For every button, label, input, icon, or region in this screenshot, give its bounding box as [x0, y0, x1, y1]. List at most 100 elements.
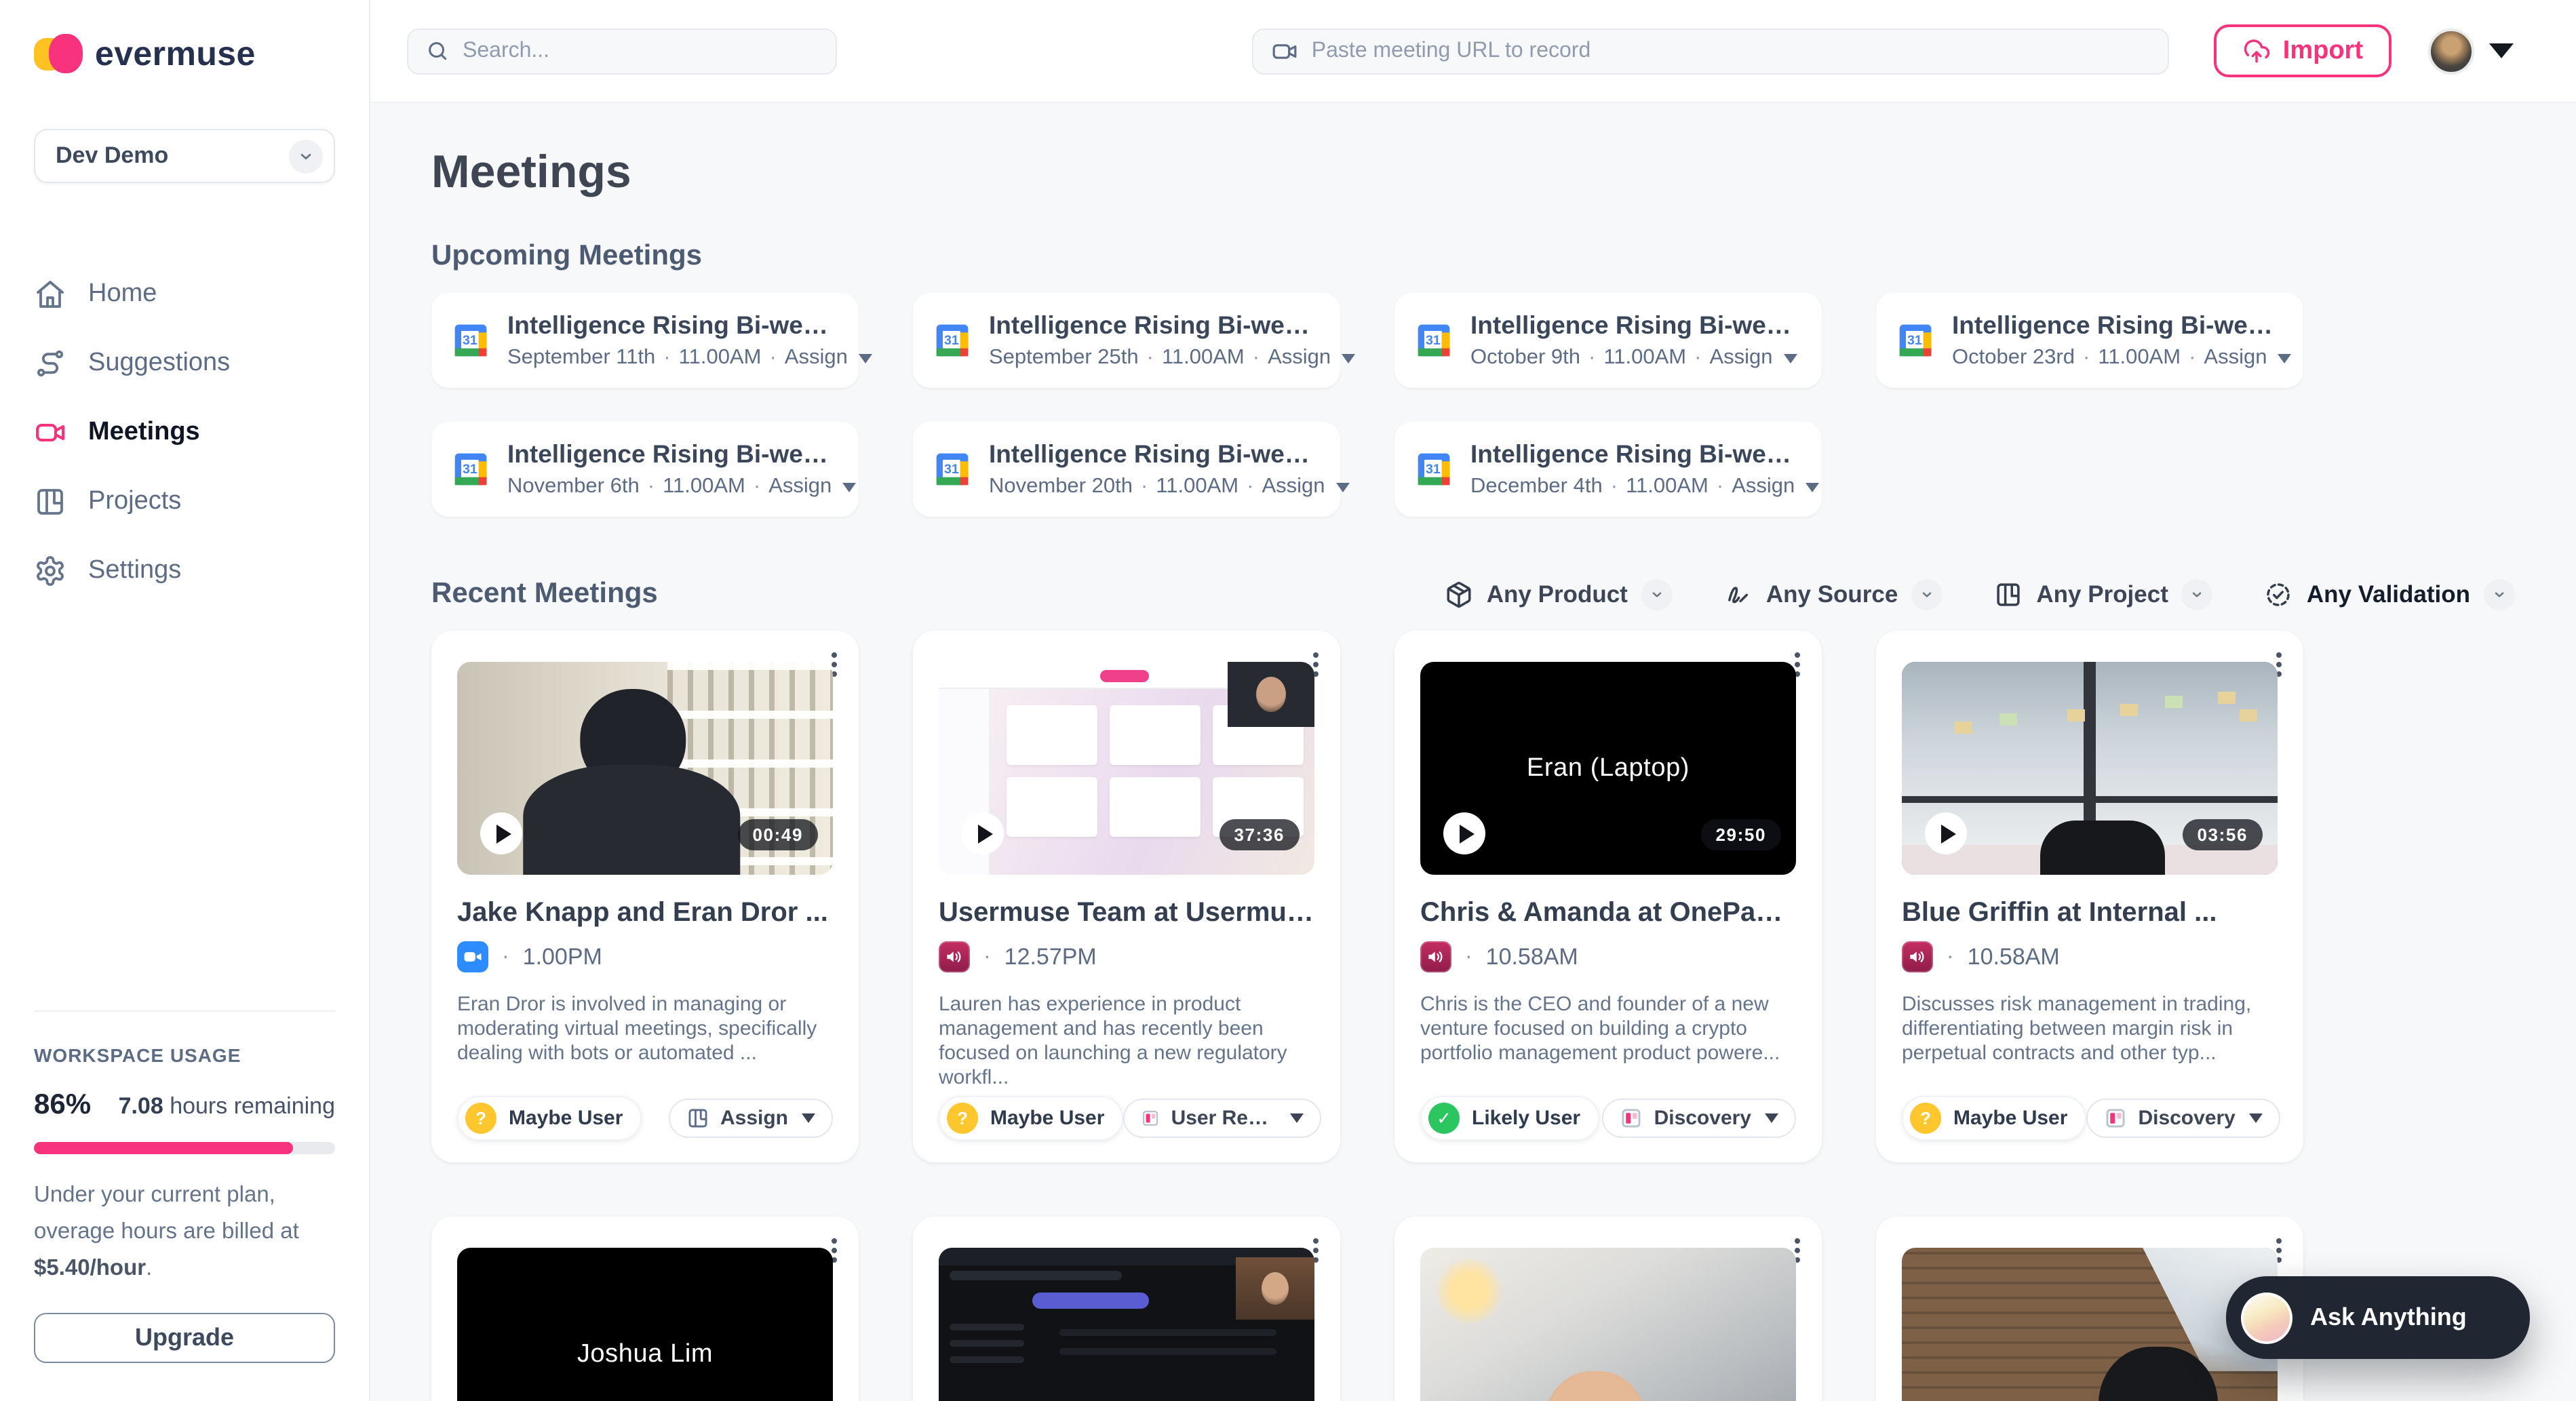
kanban-icon	[686, 1107, 709, 1130]
search-box[interactable]	[407, 28, 837, 74]
assign-dropdown[interactable]: Assign	[1268, 346, 1331, 370]
meeting-time: 11.00AM	[1603, 346, 1686, 370]
video-thumbnail[interactable]	[1902, 1248, 2278, 1401]
video-thumbnail[interactable]: 37:36	[939, 662, 1314, 875]
filter-label: Any Validation	[2307, 580, 2470, 608]
video-thumbnail[interactable]	[1420, 1248, 1796, 1401]
filter-any-product[interactable]: Any Product	[1445, 578, 1673, 610]
caret-down-icon	[2278, 353, 2291, 363]
project-dropdown[interactable]: User Resea...	[1123, 1099, 1321, 1138]
validation-badge[interactable]: ?Maybe User	[939, 1096, 1123, 1141]
sidebar-item-home[interactable]: Home	[34, 259, 335, 328]
sidebar-item-suggestions[interactable]: Suggestions	[34, 328, 335, 397]
validation-badge[interactable]: ✓Likely User	[1420, 1096, 1599, 1141]
project-dropdown[interactable]: Discovery	[2086, 1099, 2280, 1138]
assign-dropdown[interactable]: Assign	[768, 475, 832, 499]
meeting-title: Chris & Amanda at OnePane...	[1420, 898, 1796, 929]
chevron-down-icon[interactable]	[2484, 578, 2515, 610]
upcoming-meeting-card[interactable]: 31 Intelligence Rising Bi-weekly... Sept…	[431, 293, 859, 388]
chevron-down-icon[interactable]	[1641, 578, 1673, 610]
import-label: Import	[2283, 36, 2363, 66]
meeting-card[interactable]	[1394, 1217, 1822, 1401]
sidebar-item-label: Projects	[88, 486, 181, 516]
upcoming-meeting-card[interactable]: 31 Intelligence Rising Bi-weekly... Nove…	[431, 422, 859, 517]
play-icon[interactable]	[480, 812, 522, 854]
search-input[interactable]	[463, 39, 818, 63]
assign-dropdown[interactable]: Assign	[1732, 475, 1795, 499]
video-thumbnail[interactable]: 03:56	[1902, 662, 2278, 875]
video-thumbnail[interactable]: Joshua Lim	[457, 1248, 833, 1401]
import-button[interactable]: Import	[2214, 24, 2392, 77]
play-icon[interactable]	[1443, 812, 1485, 854]
usage-note-text: Under your current plan, overage hours a…	[34, 1183, 299, 1244]
meeting-card[interactable]: 00:49 Jake Knapp and Eran Dror ... · 1.0…	[431, 631, 859, 1162]
filter-label: Any Product	[1487, 580, 1628, 608]
usage-rate: $5.40/hour	[34, 1256, 146, 1280]
validation-badge[interactable]: ?Maybe User	[1902, 1096, 2086, 1141]
source-squiggle-icon	[1724, 580, 1753, 608]
caret-down-icon	[1784, 353, 1797, 363]
question-icon: ?	[465, 1103, 496, 1134]
project-dropdown[interactable]: Discovery	[1603, 1099, 1796, 1138]
usage-progress-fill	[34, 1142, 293, 1154]
upcoming-meeting-card[interactable]: 31 Intelligence Rising Bi-weekly... Octo…	[1876, 293, 2303, 388]
workspace-selector[interactable]: Dev Demo	[34, 129, 335, 183]
meeting-date: November 20th	[989, 475, 1133, 499]
meeting-url-box[interactable]	[1252, 28, 2169, 74]
meeting-date: October 9th	[1470, 346, 1580, 370]
meeting-url-input[interactable]	[1312, 39, 2150, 63]
caret-down-icon	[1336, 482, 1350, 492]
chevron-down-icon[interactable]	[2182, 578, 2213, 610]
assign-dropdown[interactable]: Assign	[2204, 346, 2267, 370]
account-menu[interactable]	[2428, 28, 2514, 74]
video-thumbnail[interactable]: Eran (Laptop) 29:50	[1420, 662, 1796, 875]
meeting-card[interactable]: Eran (Laptop) 29:50 Chris & Amanda at On…	[1394, 631, 1822, 1162]
brand-logo[interactable]: evermuse	[34, 34, 335, 75]
video-camera-icon	[1271, 37, 1298, 64]
filter-any-validation[interactable]: Any Validation	[2265, 578, 2515, 610]
meeting-card[interactable]: Joshua Lim	[431, 1217, 859, 1401]
play-icon[interactable]	[962, 812, 1004, 854]
filter-any-source[interactable]: Any Source	[1724, 578, 1943, 610]
upcoming-meeting-card[interactable]: 31 Intelligence Rising Bi-weekly... Dece…	[1394, 422, 1822, 517]
meeting-time: 11.00AM	[1156, 475, 1238, 499]
meeting-title: Intelligence Rising Bi-weekly...	[989, 311, 1320, 340]
play-icon[interactable]	[1925, 812, 1967, 854]
ask-anything-button[interactable]: Ask Anything	[2226, 1276, 2530, 1359]
chevron-down-icon[interactable]	[1911, 578, 1943, 610]
meeting-card[interactable]	[913, 1217, 1340, 1401]
meeting-time: 11.00AM	[663, 475, 745, 499]
project-kanban-icon	[1141, 1107, 1160, 1130]
project-assign-dropdown[interactable]: Assign	[669, 1099, 833, 1138]
kanban-icon	[34, 485, 66, 517]
video-thumbnail[interactable]: 00:49	[457, 662, 833, 875]
upcoming-meeting-card[interactable]: 31 Intelligence Rising Bi-weekly... Sept…	[913, 293, 1340, 388]
upcoming-meeting-card[interactable]: 31 Intelligence Rising Bi-weekly... Nove…	[913, 422, 1340, 517]
sidebar-item-projects[interactable]: Projects	[34, 467, 335, 536]
upcoming-meeting-card[interactable]: 31 Intelligence Rising Bi-weekly... Octo…	[1394, 293, 1822, 388]
assign-dropdown[interactable]: Assign	[1709, 346, 1772, 370]
meeting-card[interactable]: 03:56 Blue Griffin at Internal ... · 10.…	[1876, 631, 2303, 1162]
svg-text:31: 31	[1426, 333, 1441, 348]
sidebar-item-meetings[interactable]: Meetings	[34, 397, 335, 467]
assign-dropdown[interactable]: Assign	[785, 346, 848, 370]
check-icon: ✓	[1428, 1103, 1460, 1134]
sidebar-item-settings[interactable]: Settings	[34, 536, 335, 605]
app-window: evermuse Dev Demo Home Suggestions	[0, 0, 2576, 1401]
upgrade-button[interactable]: Upgrade	[34, 1313, 335, 1363]
kanban-icon	[1994, 580, 2023, 608]
meeting-date: September 25th	[989, 346, 1139, 370]
caret-down-icon	[1806, 482, 1819, 492]
caret-down-icon	[859, 353, 872, 363]
google-calendar-icon: 31	[933, 321, 971, 359]
meeting-card[interactable]: 37:36 Usermuse Team at Usermuse... · 12.…	[913, 631, 1340, 1162]
avatar[interactable]	[2428, 28, 2474, 74]
meeting-time: 10.58AM	[1968, 943, 2060, 970]
validation-badge[interactable]: ?Maybe User	[457, 1096, 642, 1141]
duration-badge: 03:56	[2183, 819, 2263, 850]
video-thumbnail[interactable]	[939, 1248, 1314, 1401]
caret-down-icon[interactable]	[2489, 43, 2514, 58]
assign-dropdown[interactable]: Assign	[1262, 475, 1325, 499]
filter-any-project[interactable]: Any Project	[1994, 578, 2213, 610]
google-calendar-icon: 31	[452, 321, 490, 359]
